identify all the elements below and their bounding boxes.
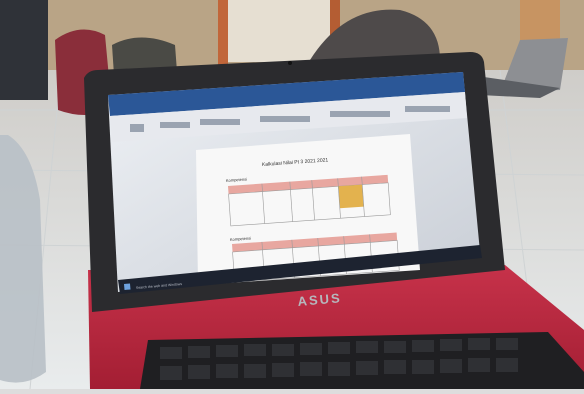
photo-scene: Kalkulasi Nilai Pt 3 2021 2021 Kompetens… [0,0,584,390]
dark-clothing [0,0,48,100]
webcam [288,61,292,65]
start-button-icon [124,283,131,290]
door-frame [218,0,228,66]
highlight-cell [338,184,364,209]
